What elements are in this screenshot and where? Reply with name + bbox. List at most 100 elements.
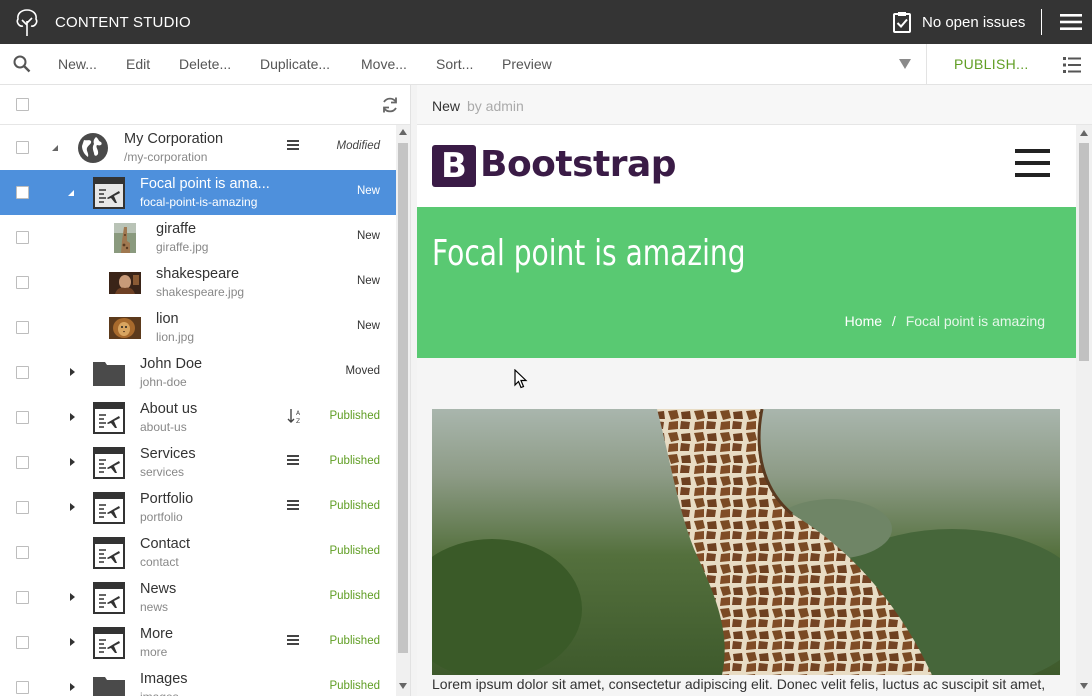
row-checkbox[interactable]	[16, 456, 29, 469]
row-name: Contact	[140, 536, 190, 552]
page-icon	[93, 582, 125, 614]
preview-frame: B Bootstrap Focal point is amazing Home …	[417, 125, 1076, 696]
edit-button[interactable]: Edit	[126, 56, 150, 72]
row-name: More	[140, 626, 174, 642]
tree-row-my-corporation[interactable]: My Corporation /my-corporation Modified	[0, 125, 396, 170]
tree-row-focal-point[interactable]: Focal point is ama... focal-point-is-ama…	[0, 170, 396, 215]
status-badge: Published	[329, 455, 380, 467]
tree-row-giraffe[interactable]: giraffe giraffe.jpg New	[0, 215, 396, 260]
expand-arrow-icon[interactable]	[68, 682, 78, 692]
content-author: by admin	[467, 98, 524, 114]
collapse-arrow-icon[interactable]	[66, 188, 76, 198]
scroll-up-arrow-icon[interactable]	[399, 129, 407, 135]
tree-row-lion[interactable]: lion lion.jpg New	[0, 305, 396, 350]
row-name: Focal point is ama...	[140, 176, 270, 192]
manual-order-icon	[287, 500, 299, 510]
row-checkbox[interactable]	[16, 186, 29, 199]
app-title: CONTENT STUDIO	[55, 13, 191, 31]
row-name: About us	[140, 401, 198, 417]
row-path: about-us	[140, 420, 187, 434]
tree-row-shakespeare[interactable]: shakespeare shakespeare.jpg New	[0, 260, 396, 305]
row-name: lion	[156, 311, 179, 327]
status-badge: New	[356, 230, 380, 242]
giraffe-photo	[432, 409, 1060, 675]
breadcrumb-home-link[interactable]: Home	[845, 313, 882, 329]
row-checkbox[interactable]	[16, 321, 29, 334]
row-checkbox[interactable]	[16, 591, 29, 604]
move-button[interactable]: Move...	[361, 56, 407, 72]
duplicate-button[interactable]: Duplicate...	[260, 56, 330, 72]
row-name: My Corporation	[124, 131, 224, 147]
row-checkbox[interactable]	[16, 501, 29, 514]
row-path: shakespeare.jpg	[156, 285, 245, 299]
new-button[interactable]: New...	[58, 56, 97, 72]
search-icon[interactable]	[13, 55, 31, 73]
tree-row-about-us[interactable]: About us about-us A Z Published	[0, 395, 396, 440]
page-icon	[93, 492, 125, 524]
preview-scrollbar[interactable]	[1076, 125, 1092, 696]
row-checkbox[interactable]	[16, 141, 29, 154]
tree-scrollbar[interactable]	[396, 125, 410, 696]
publish-button[interactable]: PUBLISH...	[954, 56, 1029, 72]
row-checkbox[interactable]	[16, 546, 29, 559]
hamburger-menu-icon[interactable]	[1060, 13, 1082, 31]
tree-row-more[interactable]: More more Published	[0, 620, 396, 665]
scrollbar-thumb[interactable]	[1079, 143, 1089, 361]
details-list-icon[interactable]	[1063, 56, 1081, 74]
bootstrap-logo-text[interactable]: Bootstrap	[480, 144, 677, 185]
sort-button[interactable]: Sort...	[436, 56, 473, 72]
expand-arrow-icon[interactable]	[68, 637, 78, 647]
scrollbar-thumb[interactable]	[398, 143, 408, 653]
hero-title: Focal point is amazing	[432, 233, 746, 274]
row-checkbox[interactable]	[16, 366, 29, 379]
tree-row-portfolio[interactable]: Portfolio portfolio Published	[0, 485, 396, 530]
row-checkbox[interactable]	[16, 681, 29, 694]
status-badge: Published	[329, 680, 380, 692]
caret-down-icon[interactable]	[898, 58, 912, 70]
row-checkbox[interactable]	[16, 636, 29, 649]
tree-row-services[interactable]: Services services Published	[0, 440, 396, 485]
expand-arrow-icon[interactable]	[68, 412, 78, 422]
expand-arrow-icon[interactable]	[68, 592, 78, 602]
row-checkbox[interactable]	[16, 231, 29, 244]
shakespeare-thumbnail	[109, 272, 141, 294]
bootstrap-logo-mark[interactable]: B	[432, 145, 476, 187]
scroll-up-arrow-icon[interactable]	[1080, 130, 1088, 136]
collapse-arrow-icon[interactable]	[50, 143, 60, 153]
panel-splitter[interactable]	[410, 85, 417, 696]
tree-row-contact[interactable]: Contact contact Published	[0, 530, 396, 575]
row-checkbox[interactable]	[16, 276, 29, 289]
status-badge: New	[356, 275, 380, 287]
expand-arrow-icon[interactable]	[68, 367, 78, 377]
row-path: news	[140, 600, 169, 614]
scroll-down-arrow-icon[interactable]	[1080, 683, 1088, 689]
row-path: portfolio	[140, 510, 183, 524]
row-path: images	[140, 690, 179, 696]
tree-row-images[interactable]: Images images Published	[0, 665, 396, 696]
expand-arrow-icon[interactable]	[68, 457, 78, 467]
status-badge: New	[356, 320, 380, 332]
row-path: services	[140, 465, 185, 479]
toolbar-divider	[926, 44, 927, 85]
giraffe-thumbnail	[114, 223, 136, 253]
row-path: giraffe.jpg	[156, 240, 209, 254]
row-name: giraffe	[156, 221, 197, 237]
row-path: focal-point-is-amazing	[140, 195, 258, 209]
sort-alpha-icon: A Z	[287, 409, 301, 424]
scroll-down-arrow-icon[interactable]	[399, 683, 407, 689]
row-name: News	[140, 581, 177, 597]
row-checkbox[interactable]	[16, 411, 29, 424]
preview-button[interactable]: Preview	[502, 56, 552, 72]
tree-row-john-doe[interactable]: John Doe john-doe Moved	[0, 350, 396, 395]
select-all-checkbox[interactable]	[16, 98, 29, 111]
row-path: /my-corporation	[124, 150, 208, 164]
tree-row-news[interactable]: News news Published	[0, 575, 396, 620]
folder-icon	[93, 677, 125, 696]
issues-button[interactable]: No open issues	[892, 11, 1025, 33]
delete-button[interactable]: Delete...	[179, 56, 231, 72]
row-path: more	[140, 645, 168, 659]
expand-arrow-icon[interactable]	[68, 502, 78, 512]
preview-header: New by admin	[417, 85, 1092, 125]
site-hamburger-icon[interactable]	[1015, 149, 1050, 177]
refresh-icon[interactable]	[381, 96, 399, 114]
